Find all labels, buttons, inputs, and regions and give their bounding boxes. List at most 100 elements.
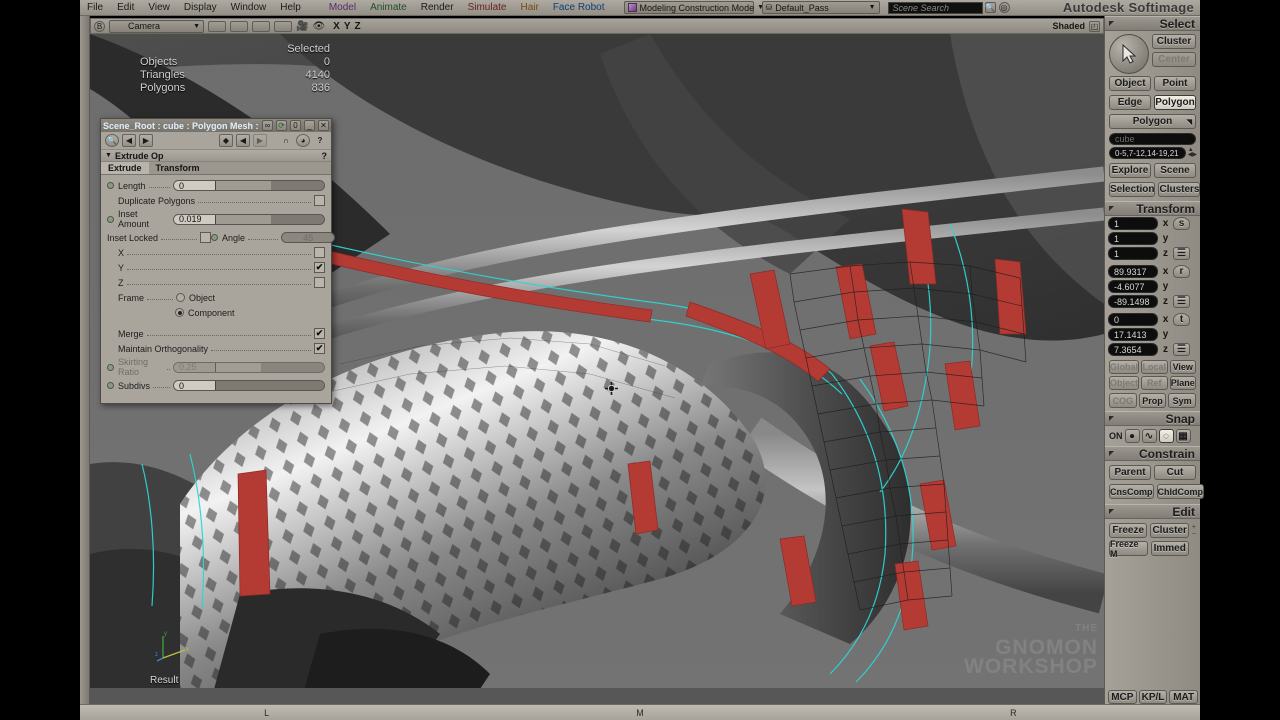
menu-simulate[interactable]: Simulate bbox=[461, 0, 514, 16]
collapse-triangle-icon[interactable] bbox=[1109, 206, 1114, 211]
translate-menu-button[interactable]: ☰ bbox=[1173, 343, 1190, 356]
snap-icon[interactable]: ∩ bbox=[279, 134, 293, 147]
duplicate-checkbox[interactable] bbox=[314, 195, 325, 206]
construction-mode-dropdown[interactable]: Modeling Construction Mode ▼ bbox=[623, 1, 764, 14]
edit-cluster-button[interactable]: Cluster bbox=[1150, 523, 1189, 538]
key-icon[interactable]: ◕ bbox=[296, 134, 310, 147]
inset-value[interactable]: 0.019 bbox=[174, 214, 216, 224]
arrow-cursor-icon[interactable] bbox=[1109, 34, 1149, 74]
grid-snap-icon[interactable]: ▦ bbox=[1175, 429, 1191, 443]
length-value[interactable]: 0 bbox=[174, 181, 216, 190]
search-icon[interactable]: 🔍 bbox=[984, 2, 996, 13]
inset-slider[interactable]: 0.019 bbox=[173, 213, 325, 225]
ref-plane-button[interactable]: Plane bbox=[1169, 376, 1197, 390]
point-snap-icon[interactable]: ● bbox=[1124, 429, 1140, 443]
pass-dropdown[interactable]: ⛁ Default_Pass ▼ bbox=[761, 1, 880, 14]
collapse-triangle-icon[interactable] bbox=[1109, 416, 1114, 421]
select-edge-button[interactable]: Edge bbox=[1109, 95, 1151, 110]
tab-extrude[interactable]: Extrude bbox=[101, 162, 149, 174]
axis-x-toggle[interactable]: X bbox=[333, 21, 340, 32]
prev-icon[interactable]: ◀ bbox=[122, 134, 136, 147]
ref-ref-button[interactable]: Ref bbox=[1141, 376, 1168, 390]
axis-y-toggle[interactable]: Y bbox=[344, 21, 351, 32]
ref-view-button[interactable]: View bbox=[1169, 360, 1197, 374]
maximize-icon[interactable]: ◰ bbox=[1089, 20, 1100, 32]
menu-display[interactable]: Display bbox=[177, 0, 224, 16]
tab-transform[interactable]: Transform bbox=[149, 162, 207, 174]
polygon-menu-button[interactable]: Polygon ◥ bbox=[1109, 114, 1196, 129]
close-icon[interactable]: ✕ bbox=[318, 120, 329, 131]
rotate-tool-button[interactable]: r bbox=[1173, 265, 1190, 278]
frame-object-radio[interactable] bbox=[176, 293, 186, 302]
menu-model[interactable]: Model bbox=[322, 0, 363, 16]
object-snap-icon[interactable]: ◌ bbox=[1158, 429, 1174, 443]
rotate-y-field[interactable]: -4.6077 bbox=[1108, 280, 1158, 293]
stepper-down-icon[interactable]: − bbox=[1192, 531, 1196, 538]
skirting-slider[interactable]: 0.25 bbox=[173, 361, 325, 373]
angle-value[interactable]: 45 bbox=[281, 232, 336, 243]
inspect-icon[interactable]: 🔍 bbox=[105, 134, 119, 147]
freeze-button[interactable]: Freeze bbox=[1109, 523, 1148, 538]
object-name-field[interactable]: cube bbox=[1109, 133, 1196, 145]
component-range-field[interactable]: 0-5,7-12,14-19,21 bbox=[1109, 147, 1186, 159]
length-slider[interactable]: 0 bbox=[173, 180, 325, 191]
rotate-x-field[interactable]: 89.9317 bbox=[1108, 265, 1158, 278]
constrain-cut-button[interactable]: Cut bbox=[1154, 465, 1196, 480]
inset-anim-icon[interactable] bbox=[107, 215, 114, 223]
section-snap-header[interactable]: Snap bbox=[1105, 411, 1200, 426]
menu-file[interactable]: File bbox=[80, 0, 110, 16]
subdivs-slider[interactable]: 0 bbox=[173, 380, 325, 391]
frame-component-radio[interactable] bbox=[175, 308, 184, 317]
select-point-button[interactable]: Point bbox=[1154, 76, 1196, 91]
menu-help[interactable]: Help bbox=[273, 0, 308, 16]
translate-z-field[interactable]: 7.3654 bbox=[1108, 343, 1158, 356]
op-help-icon[interactable]: ? bbox=[322, 151, 328, 161]
refresh-icon[interactable]: ⟳ bbox=[276, 120, 287, 131]
scale-z-field[interactable]: 1 bbox=[1108, 247, 1158, 260]
info-icon[interactable]: 0 bbox=[290, 120, 301, 131]
menu-view[interactable]: View bbox=[141, 0, 177, 16]
collapse-triangle-icon[interactable] bbox=[1109, 509, 1114, 514]
eye-icon[interactable]: 👁 bbox=[312, 21, 325, 32]
merge-checkbox[interactable]: ✔ bbox=[314, 328, 325, 339]
display-mode-label[interactable]: Shaded bbox=[1052, 21, 1085, 31]
select-cluster-button[interactable]: Cluster bbox=[1152, 34, 1196, 49]
prop-button[interactable]: Prop bbox=[1138, 393, 1167, 408]
axis-y-checkbox[interactable]: ✔ bbox=[314, 262, 325, 273]
scene-search-input[interactable]: Scene Search bbox=[887, 1, 983, 14]
menu-window[interactable]: Window bbox=[224, 0, 274, 16]
edit-stepper[interactable]: + − bbox=[1192, 524, 1196, 538]
vp-toggle-4[interactable] bbox=[274, 20, 292, 32]
collapse-triangle-icon[interactable] bbox=[1109, 451, 1114, 456]
explore-button[interactable]: Explore bbox=[1109, 163, 1151, 178]
vp-toggle-3[interactable] bbox=[252, 20, 270, 32]
subdivs-value[interactable]: 0 bbox=[174, 381, 216, 390]
select-center-button[interactable]: Center bbox=[1152, 52, 1196, 67]
translate-x-field[interactable]: 0 bbox=[1108, 313, 1158, 326]
camera-icon[interactable]: 🎥 bbox=[296, 21, 308, 32]
tab-mcp[interactable]: MCP bbox=[1108, 690, 1137, 704]
angle-anim-icon[interactable] bbox=[211, 234, 219, 241]
section-edit-header[interactable]: Edit bbox=[1105, 504, 1200, 519]
sym-button[interactable]: Sym bbox=[1168, 393, 1197, 408]
stepper-up-icon[interactable]: + bbox=[1192, 524, 1196, 531]
constrain-cnscomp-button[interactable]: CnsComp bbox=[1109, 484, 1154, 499]
menu-edit[interactable]: Edit bbox=[110, 0, 141, 16]
scale-y-field[interactable]: 1 bbox=[1108, 232, 1158, 245]
scale-menu-button[interactable]: ☰ bbox=[1173, 247, 1190, 260]
menu-animate[interactable]: Animate bbox=[363, 0, 414, 16]
camera-dropdown[interactable]: Camera ▼ bbox=[109, 19, 204, 33]
tab-kpl[interactable]: KP/L bbox=[1138, 690, 1168, 704]
section-constrain-header[interactable]: Constrain bbox=[1105, 446, 1200, 461]
section-select-header[interactable]: Select bbox=[1105, 16, 1200, 31]
axis-x-checkbox[interactable] bbox=[314, 247, 325, 258]
rotate-z-field[interactable]: -89.1498 bbox=[1108, 295, 1158, 308]
anim-cur-icon[interactable]: ◀ bbox=[236, 134, 250, 147]
minimize-icon[interactable]: _ bbox=[304, 120, 315, 131]
inset-locked-checkbox[interactable] bbox=[200, 232, 212, 243]
ppg-titlebar[interactable]: Scene_Root : cube : Polygon Mesh : ... ∞… bbox=[101, 119, 331, 132]
stepper-down-icon[interactable]: ◀▶ bbox=[1188, 152, 1197, 158]
menu-hair[interactable]: Hair bbox=[513, 0, 545, 16]
immed-button[interactable]: Immed bbox=[1150, 541, 1189, 556]
length-anim-icon[interactable] bbox=[107, 182, 114, 189]
